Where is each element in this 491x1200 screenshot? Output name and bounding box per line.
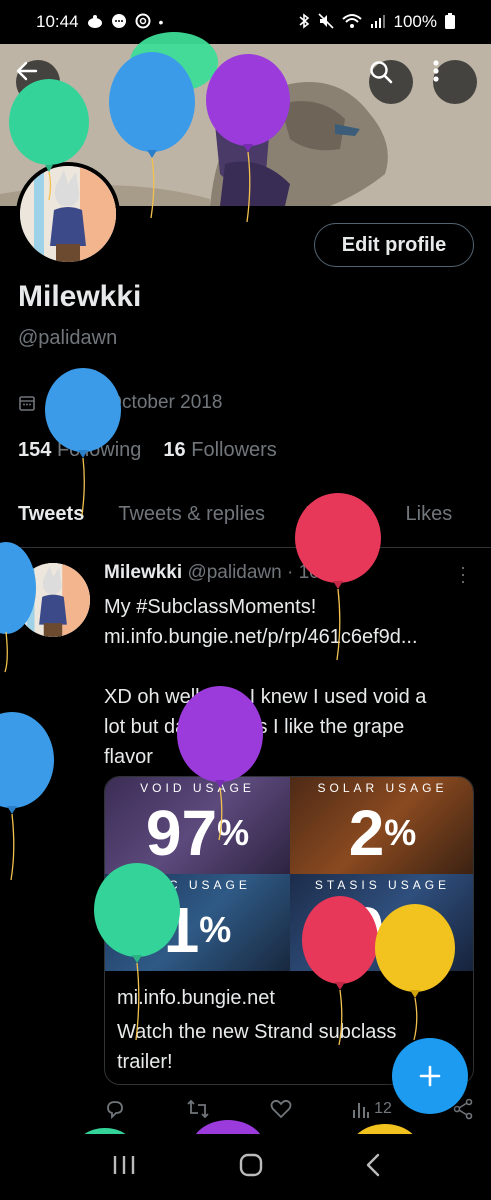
solar-usage-label: SOLAR USAGE <box>317 781 448 795</box>
like-button[interactable] <box>270 1098 292 1120</box>
back-icon <box>366 1153 379 1176</box>
tweet-more-icon[interactable]: · · · <box>456 558 470 590</box>
status-time: 10:44 <box>36 12 79 31</box>
following-label: Following <box>56 439 142 461</box>
views-chart-icon <box>353 1103 370 1118</box>
arc-usage-value: 1% <box>163 894 232 966</box>
tweet-line-4: lot but dang guess I like the grape <box>104 716 405 738</box>
tab-tweets-replies[interactable]: Tweets & replies <box>118 495 265 547</box>
stasis-usage-label: STASIS USAGE <box>314 878 451 892</box>
edit-profile-button[interactable]: Edit profile <box>314 223 474 267</box>
tweet-handle-time: @palidawn · 10 Feb <box>187 562 358 583</box>
views-button[interactable]: 12 <box>352 1098 392 1120</box>
views-count: 12 <box>374 1100 392 1117</box>
follow-stats: 154 Following 16 Followers <box>18 439 277 462</box>
more-button[interactable] <box>433 60 477 104</box>
tweet-line-3: XD oh well then I knew I used void a <box>104 686 427 708</box>
system-navigation-bar <box>0 1134 491 1200</box>
search-button[interactable] <box>369 60 413 104</box>
tweet-line-5: flavor <box>104 746 153 768</box>
threads-icon <box>135 13 151 32</box>
tab-media[interactable]: Media <box>305 495 359 547</box>
avatar-image <box>20 166 116 262</box>
following-count: 154 <box>18 439 52 461</box>
heart-icon <box>270 1099 292 1119</box>
arc-usage-label: ARC USAGE <box>144 878 251 892</box>
joined-date: Joined October 2018 <box>18 392 222 414</box>
display-name: Milewkki <box>18 280 142 313</box>
profile-tabs: Tweets Tweets & replies Media Likes <box>0 495 491 548</box>
void-usage-label: VOID USAGE <box>140 781 255 795</box>
tweet-author-name[interactable]: Milewkki <box>104 562 182 583</box>
home-button[interactable] <box>238 1152 264 1183</box>
void-usage-tile: VOID USAGE 97% <box>105 777 290 874</box>
wifi-icon <box>341 13 362 32</box>
solar-usage-tile: SOLAR USAGE 2% <box>290 777 473 874</box>
recents-button[interactable] <box>111 1154 137 1181</box>
followers-label: Followers <box>191 439 277 461</box>
recents-icon <box>113 1155 134 1174</box>
battery-percent: 100% <box>393 12 437 31</box>
system-back-button[interactable] <box>365 1152 381 1183</box>
balloon-bottom-row <box>84 1120 413 1134</box>
profile-handle: @palidawn <box>18 327 118 349</box>
stasis-usage-value: 0% <box>348 894 417 966</box>
compose-tweet-button[interactable] <box>392 1038 468 1114</box>
home-icon <box>239 1153 262 1176</box>
mute-icon <box>317 12 334 32</box>
back-arrow-icon <box>16 61 38 81</box>
battery-icon <box>445 12 455 32</box>
card-domain: mi.info.bungie.net <box>117 987 275 1009</box>
status-bar: 10:44 • 100% <box>0 0 491 44</box>
tweet-avatar[interactable] <box>16 563 90 637</box>
more-vertical-icon <box>433 60 439 82</box>
balloon-blue-left-low <box>0 712 54 881</box>
chat-icon <box>111 13 127 32</box>
profile-avatar[interactable] <box>16 162 120 266</box>
bluetooth-icon <box>298 12 310 32</box>
search-icon <box>370 61 393 84</box>
tweet-line-1: My #SubclassMoments! <box>104 596 317 618</box>
arc-usage-tile: ARC USAGE 1% <box>105 874 290 971</box>
notification-icon <box>87 14 103 31</box>
calendar-icon <box>19 396 35 411</box>
joined-text: Joined October 2018 <box>46 392 223 413</box>
back-button[interactable] <box>16 60 60 104</box>
tab-likes[interactable]: Likes <box>406 495 453 547</box>
tweet-avatar-image <box>16 563 90 637</box>
followers-count: 16 <box>163 439 186 461</box>
retweet-button[interactable] <box>186 1098 210 1120</box>
tab-tweets[interactable]: Tweets <box>18 495 84 547</box>
tweet-header: Milewkki @palidawn · 10 Feb <box>104 562 358 584</box>
stasis-usage-tile: STASIS USAGE 0% <box>290 874 473 971</box>
signal-icon <box>370 14 386 31</box>
reply-button[interactable] <box>104 1098 126 1120</box>
reply-icon <box>107 1101 123 1120</box>
tweet-text: My #SubclassMoments! mi.info.bungie.net/… <box>104 592 476 772</box>
retweet-icon <box>187 1099 209 1119</box>
following-link[interactable]: 154 Following <box>18 439 141 462</box>
followers-link[interactable]: 16 Followers <box>163 439 276 462</box>
void-usage-value: 97% <box>145 797 250 869</box>
solar-usage-value: 2% <box>348 797 417 869</box>
plus-icon <box>419 1065 441 1087</box>
dot-icon: • <box>158 14 164 30</box>
tweet-link[interactable]: mi.info.bungie.net/p/rp/461c6ef9d... <box>104 622 476 652</box>
